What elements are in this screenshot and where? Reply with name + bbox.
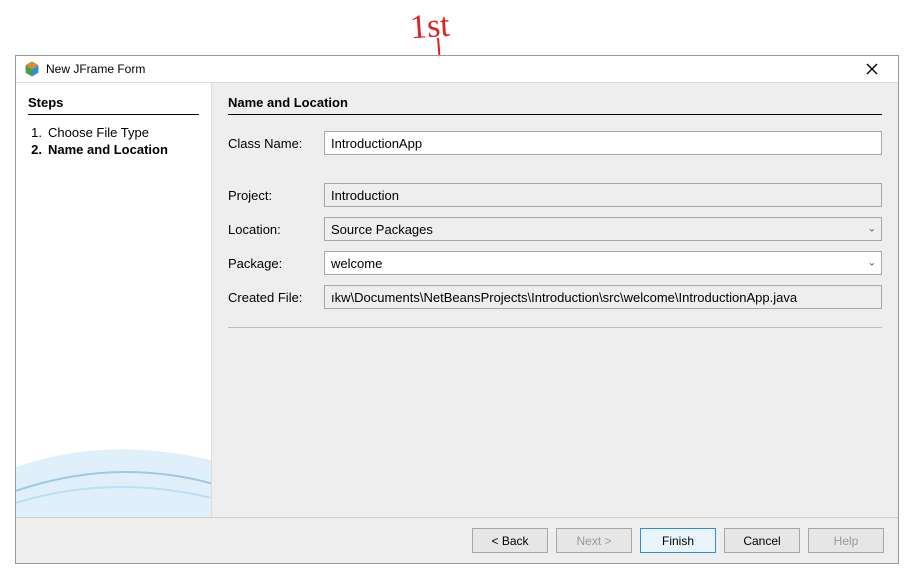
titlebar: New JFrame Form <box>16 56 898 83</box>
created-file-field <box>324 285 882 309</box>
next-button: Next > <box>556 528 632 553</box>
netbeans-icon <box>24 61 40 77</box>
main-heading: Name and Location <box>228 95 882 115</box>
row-class-name: Class Name: <box>228 131 882 155</box>
class-name-input[interactable] <box>324 131 882 155</box>
package-label: Package: <box>228 256 318 271</box>
step-num: 2. <box>28 142 42 157</box>
annotation-first: 1st <box>409 7 451 48</box>
cancel-button[interactable]: Cancel <box>724 528 800 553</box>
location-select[interactable] <box>324 217 882 241</box>
wizard-dialog: New JFrame Form Steps 1. Choose File Typ… <box>15 55 899 564</box>
project-label: Project: <box>228 188 318 203</box>
step-label: Choose File Type <box>48 125 149 140</box>
steps-panel: Steps 1. Choose File Type 2. Name and Lo… <box>16 83 211 517</box>
decorative-swoosh <box>16 367 211 517</box>
main-panel: Name and Location Class Name: Project: L… <box>211 83 898 517</box>
row-location: Location: ⌄ <box>228 217 882 241</box>
step-label: Name and Location <box>48 142 168 157</box>
close-button[interactable] <box>852 58 892 80</box>
step-num: 1. <box>28 125 42 140</box>
close-icon <box>866 63 878 75</box>
back-button[interactable]: < Back <box>472 528 548 553</box>
finish-button[interactable]: Finish <box>640 528 716 553</box>
class-name-label: Class Name: <box>228 136 318 151</box>
button-bar: < Back Next > Finish Cancel Help <box>16 517 898 563</box>
row-project: Project: <box>228 183 882 207</box>
package-combobox[interactable] <box>324 251 882 275</box>
steps-heading: Steps <box>28 95 199 115</box>
separator <box>228 327 882 328</box>
help-button: Help <box>808 528 884 553</box>
dialog-title: New JFrame Form <box>46 62 852 76</box>
steps-list: 1. Choose File Type 2. Name and Location <box>28 125 199 157</box>
step-item-name-location: 2. Name and Location <box>28 142 199 157</box>
row-created-file: Created File: <box>228 285 882 309</box>
location-label: Location: <box>228 222 318 237</box>
step-item-choose-file-type: 1. Choose File Type <box>28 125 199 140</box>
row-package: Package: ⌄ <box>228 251 882 275</box>
created-file-label: Created File: <box>228 290 318 305</box>
project-field <box>324 183 882 207</box>
